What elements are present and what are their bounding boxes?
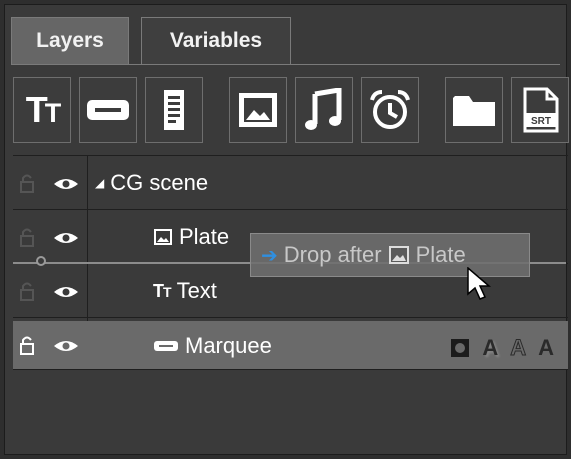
layer-flags: A A A (450, 335, 554, 361)
tab-variables[interactable]: Variables (141, 17, 291, 64)
text-icon: TT (153, 280, 172, 301)
lock-icon[interactable] (19, 281, 35, 301)
tab-layers[interactable]: Layers (11, 17, 129, 64)
layer-name: TT Text (153, 278, 217, 304)
eye-icon[interactable] (53, 177, 79, 191)
eye-icon[interactable] (53, 231, 79, 245)
image-icon (388, 246, 409, 264)
srt-file-icon: SRT (523, 87, 559, 133)
srt-label: SRT (531, 116, 551, 127)
lock-icon[interactable] (19, 173, 35, 193)
add-srt-button[interactable]: SRT (511, 77, 569, 143)
layer-label: CG scene (110, 170, 209, 195)
layer-label: Marquee (185, 333, 272, 358)
layer-name: ◢ CG scene (95, 170, 208, 196)
eye-icon[interactable] (53, 339, 79, 353)
alarm-clock-icon (370, 90, 410, 129)
image-icon (239, 93, 277, 127)
layer-name: Plate (153, 224, 229, 250)
add-marquee-button[interactable] (79, 77, 137, 143)
mouse-cursor-icon (467, 267, 492, 300)
fill-flag-icon[interactable]: A (538, 335, 554, 361)
folder-icon (453, 96, 495, 126)
layers-panel: Layers Variables TT SRT ◢ CG scene Plate… (4, 4, 569, 455)
drop-indicator-dot (36, 256, 46, 266)
lock-icon[interactable] (19, 335, 35, 355)
image-icon (154, 229, 172, 245)
arrow-right-icon: ➔ (261, 244, 278, 267)
document-icon (164, 90, 184, 130)
tab-divider (11, 64, 560, 65)
text-icon: TT (25, 89, 61, 130)
add-document-button[interactable] (145, 77, 203, 143)
layer-row-cg-scene[interactable]: ◢ CG scene (13, 157, 568, 209)
layer-row-marquee[interactable]: Marquee A A A (13, 321, 568, 369)
drop-prefix: Drop after (283, 242, 382, 267)
add-text-button[interactable]: TT (13, 77, 71, 143)
outline-flag-icon[interactable]: A (510, 335, 527, 361)
caret-down-icon[interactable]: ◢ (95, 176, 104, 190)
music-note-icon (305, 88, 342, 130)
tab-variables-label: Variables (169, 29, 263, 52)
add-audio-button[interactable] (295, 77, 353, 143)
marquee-icon (87, 100, 129, 120)
tab-layers-label: Layers (36, 29, 104, 52)
layer-name: Marquee (153, 333, 272, 359)
layer-label: Text (176, 278, 217, 303)
shadow-flag-icon[interactable]: A (482, 335, 498, 361)
marquee-icon (154, 341, 178, 351)
drop-target: Plate (415, 242, 466, 267)
add-image-button[interactable] (229, 77, 287, 143)
eye-icon[interactable] (53, 285, 79, 299)
toolbar: TT SRT (13, 77, 569, 145)
layer-label: Plate (179, 224, 230, 249)
add-folder-button[interactable] (445, 77, 503, 143)
lock-icon[interactable] (19, 227, 35, 247)
add-clock-button[interactable] (361, 77, 419, 143)
mask-icon[interactable] (450, 338, 470, 358)
